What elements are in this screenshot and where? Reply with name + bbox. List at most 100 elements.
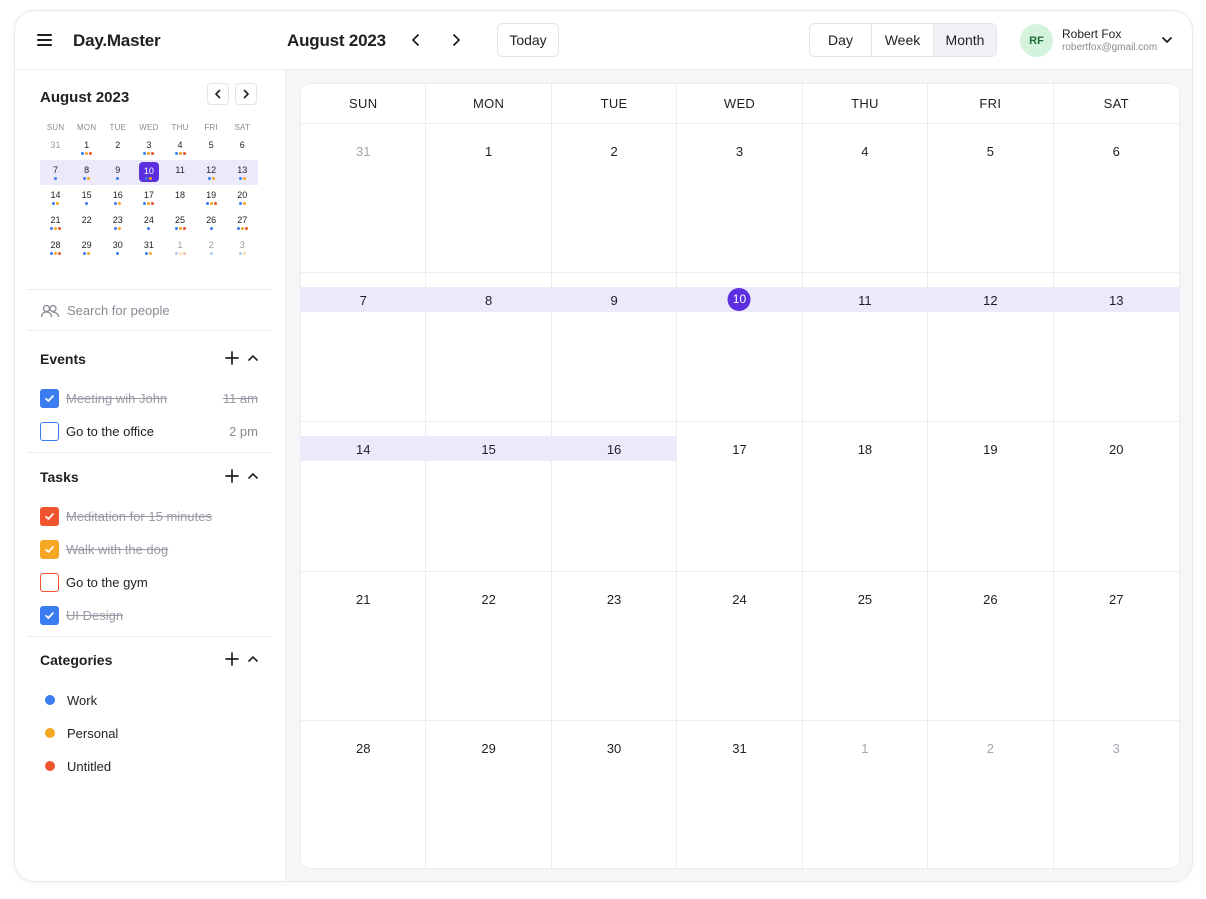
day-cell[interactable]: 2 xyxy=(928,720,1054,868)
day-cell[interactable]: 19 xyxy=(928,422,1054,571)
day-cell[interactable]: 1 xyxy=(426,124,552,273)
collapse-categories-icon[interactable] xyxy=(247,653,259,665)
mini-day[interactable]: 8 xyxy=(71,160,102,185)
mini-day[interactable]: 15 xyxy=(71,185,102,210)
mini-day[interactable]: 1 xyxy=(71,135,102,160)
today-button[interactable]: Today xyxy=(497,23,559,57)
mini-day[interactable]: 5 xyxy=(196,135,227,160)
day-cell[interactable]: 8 xyxy=(426,273,552,422)
category-item[interactable]: Personal xyxy=(40,723,258,743)
mini-day[interactable]: 10 xyxy=(133,160,164,185)
day-cell[interactable]: 27 xyxy=(1054,572,1179,720)
mini-day[interactable]: 30 xyxy=(102,235,133,260)
day-cell[interactable]: 5 xyxy=(928,124,1054,273)
chevron-down-icon[interactable] xyxy=(1160,33,1174,47)
day-cell[interactable]: 16 xyxy=(551,422,678,571)
mini-day[interactable]: 14 xyxy=(40,185,71,210)
day-cell[interactable]: 6 xyxy=(1054,124,1179,272)
mini-day[interactable]: 25 xyxy=(165,210,196,235)
mini-day[interactable]: 11 xyxy=(165,160,196,185)
day-cell[interactable]: 14 xyxy=(301,422,427,571)
checkbox[interactable] xyxy=(40,539,59,559)
avatar[interactable]: RF xyxy=(1020,24,1053,57)
tasks-item[interactable]: Walk with the dog xyxy=(40,539,258,559)
events-item[interactable]: Meeting wih John 11 am xyxy=(40,388,258,408)
search-people-field[interactable]: Search for people xyxy=(40,303,170,318)
checkbox[interactable] xyxy=(40,572,59,592)
mini-day[interactable]: 9 xyxy=(102,160,133,185)
mini-day[interactable]: 3 xyxy=(227,235,258,260)
day-cell[interactable]: 10 xyxy=(677,273,803,422)
add-category-icon[interactable] xyxy=(225,652,239,666)
mini-day[interactable]: 29 xyxy=(71,235,102,260)
day-cell[interactable]: 17 xyxy=(677,422,803,571)
category-item[interactable]: Work xyxy=(40,690,258,710)
mini-day[interactable]: 31 xyxy=(133,235,164,260)
checkbox[interactable] xyxy=(40,388,59,408)
day-cell[interactable]: 31 xyxy=(677,720,803,868)
mini-day[interactable]: 27 xyxy=(227,210,258,235)
mini-day[interactable]: 28 xyxy=(40,235,71,260)
tasks-item[interactable]: Go to the gym xyxy=(40,572,258,592)
mini-day[interactable]: 18 xyxy=(165,185,196,210)
day-cell[interactable]: 29 xyxy=(426,720,552,868)
collapse-tasks-icon[interactable] xyxy=(247,470,259,482)
prev-month-button[interactable] xyxy=(403,27,429,53)
mini-day[interactable]: 1 xyxy=(165,235,196,260)
day-cell[interactable]: 28 xyxy=(301,720,427,868)
day-cell[interactable]: 1 xyxy=(803,720,929,868)
day-cell[interactable]: 26 xyxy=(928,571,1054,720)
day-cell[interactable]: 23 xyxy=(552,571,678,720)
add-event-icon[interactable] xyxy=(225,351,239,365)
add-task-icon[interactable] xyxy=(225,469,239,483)
view-day-button[interactable]: Day xyxy=(810,24,872,56)
mini-day[interactable]: 4 xyxy=(165,135,196,160)
mini-day[interactable]: 7 xyxy=(40,160,71,185)
day-cell[interactable]: 9 xyxy=(551,273,678,422)
mini-day[interactable]: 3 xyxy=(133,135,164,160)
mini-day[interactable]: 21 xyxy=(40,210,71,235)
checkbox[interactable] xyxy=(40,421,59,441)
day-cell[interactable]: 24 xyxy=(677,571,803,720)
mini-day[interactable]: 13 xyxy=(227,160,258,185)
day-cell[interactable]: 15 xyxy=(426,422,552,571)
mini-day[interactable]: 26 xyxy=(196,210,227,235)
mini-day[interactable]: 2 xyxy=(196,235,227,260)
day-cell[interactable]: 3 xyxy=(1054,721,1179,868)
category-item[interactable]: Untitled xyxy=(40,756,258,776)
mini-day[interactable]: 16 xyxy=(102,185,133,210)
view-month-button[interactable]: Month xyxy=(934,24,996,56)
mini-day[interactable]: 19 xyxy=(196,185,227,210)
checkbox[interactable] xyxy=(40,506,59,526)
day-cell[interactable]: 31 xyxy=(301,124,427,273)
events-item[interactable]: Go to the office 2 pm xyxy=(40,421,258,441)
next-month-button[interactable] xyxy=(443,27,469,53)
day-cell[interactable]: 30 xyxy=(552,720,678,868)
view-week-button[interactable]: Week xyxy=(872,24,934,56)
mini-next-button[interactable] xyxy=(235,83,257,105)
mini-prev-button[interactable] xyxy=(207,83,229,105)
day-cell[interactable]: 25 xyxy=(803,571,929,720)
mini-day[interactable]: 2 xyxy=(102,135,133,160)
day-cell[interactable]: 3 xyxy=(677,124,803,273)
menu-icon[interactable] xyxy=(37,34,52,46)
day-cell[interactable]: 20 xyxy=(1054,422,1179,570)
mini-day[interactable]: 23 xyxy=(102,210,133,235)
day-cell[interactable]: 22 xyxy=(426,571,552,720)
tasks-item[interactable]: UI Design xyxy=(40,605,258,625)
checkbox[interactable] xyxy=(40,605,59,625)
day-cell[interactable]: 7 xyxy=(301,273,427,422)
mini-day[interactable]: 31 xyxy=(40,135,71,160)
day-cell[interactable]: 18 xyxy=(803,422,929,571)
tasks-item[interactable]: Meditation for 15 minutes xyxy=(40,506,258,526)
day-cell[interactable]: 11 xyxy=(802,273,929,422)
mini-day[interactable]: 12 xyxy=(196,160,227,185)
mini-day[interactable]: 17 xyxy=(133,185,164,210)
day-cell[interactable]: 21 xyxy=(301,571,427,720)
day-cell[interactable]: 13 xyxy=(1053,273,1179,421)
mini-day[interactable]: 22 xyxy=(71,210,102,235)
mini-day[interactable]: 24 xyxy=(133,210,164,235)
mini-day[interactable]: 20 xyxy=(227,185,258,210)
day-cell[interactable]: 12 xyxy=(928,273,1054,422)
day-cell[interactable]: 4 xyxy=(803,124,929,273)
